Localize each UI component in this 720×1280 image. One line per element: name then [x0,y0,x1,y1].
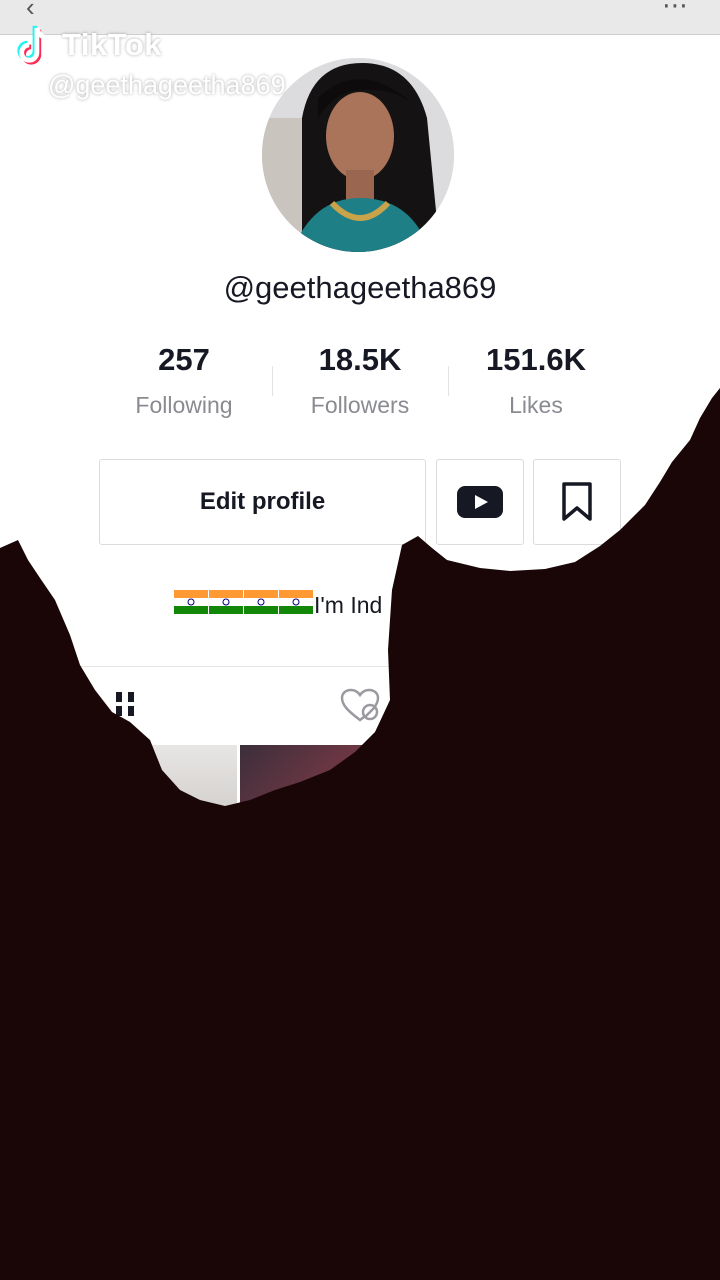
followers-label: Followers [310,392,410,418]
edit-profile-button[interactable]: Edit profile [99,459,426,545]
user-icon [16,73,42,100]
india-flag-icon [279,590,313,614]
back-arrow-icon[interactable]: ‹ [26,0,35,23]
favorites-button[interactable] [533,459,621,545]
liked-videos-icon [340,688,380,722]
video-grid-icon [116,692,134,716]
tiktok-watermark: TikTok @geethageetha869 [14,22,286,101]
profile-bio: I'm Ind [174,590,382,620]
profile-username: @geethageetha869 [223,270,497,305]
following-label: Following [135,392,233,418]
avatar[interactable] [262,58,454,252]
watermark-brand: TikTok [62,27,163,62]
video-thumbnail[interactable] [240,745,478,825]
likes-count: 151.6K [486,342,586,377]
stat-likes[interactable]: 151.6K Likes [448,342,624,419]
india-flag-icon [209,590,243,614]
following-count: 257 [158,342,210,377]
youtube-icon [457,486,503,518]
more-options-icon[interactable]: ⋯ [662,0,688,21]
youtube-button[interactable] [436,459,524,545]
tab-videos[interactable] [114,690,138,725]
tab-liked[interactable] [340,688,382,729]
bio-text: I'm Ind [314,591,383,618]
followers-count: 18.5K [318,342,402,377]
india-flag-emojis [174,590,314,620]
watermark-handle: @geethageetha869 [48,70,286,100]
profile-page: ‹ ⋯ @geethageetha869 257 Following 18.5K… [0,0,720,1280]
stat-followers[interactable]: 18.5K Followers [272,342,448,419]
video-thumbnail[interactable] [0,745,237,825]
india-flag-icon [244,590,278,614]
likes-label: Likes [509,392,563,418]
tabs-divider [0,666,720,667]
tiktok-logo-icon [17,25,49,65]
india-flag-icon [174,590,208,614]
bookmark-icon [562,482,592,521]
stat-following[interactable]: 257 Following [96,342,272,419]
avatar-photo [262,58,454,252]
